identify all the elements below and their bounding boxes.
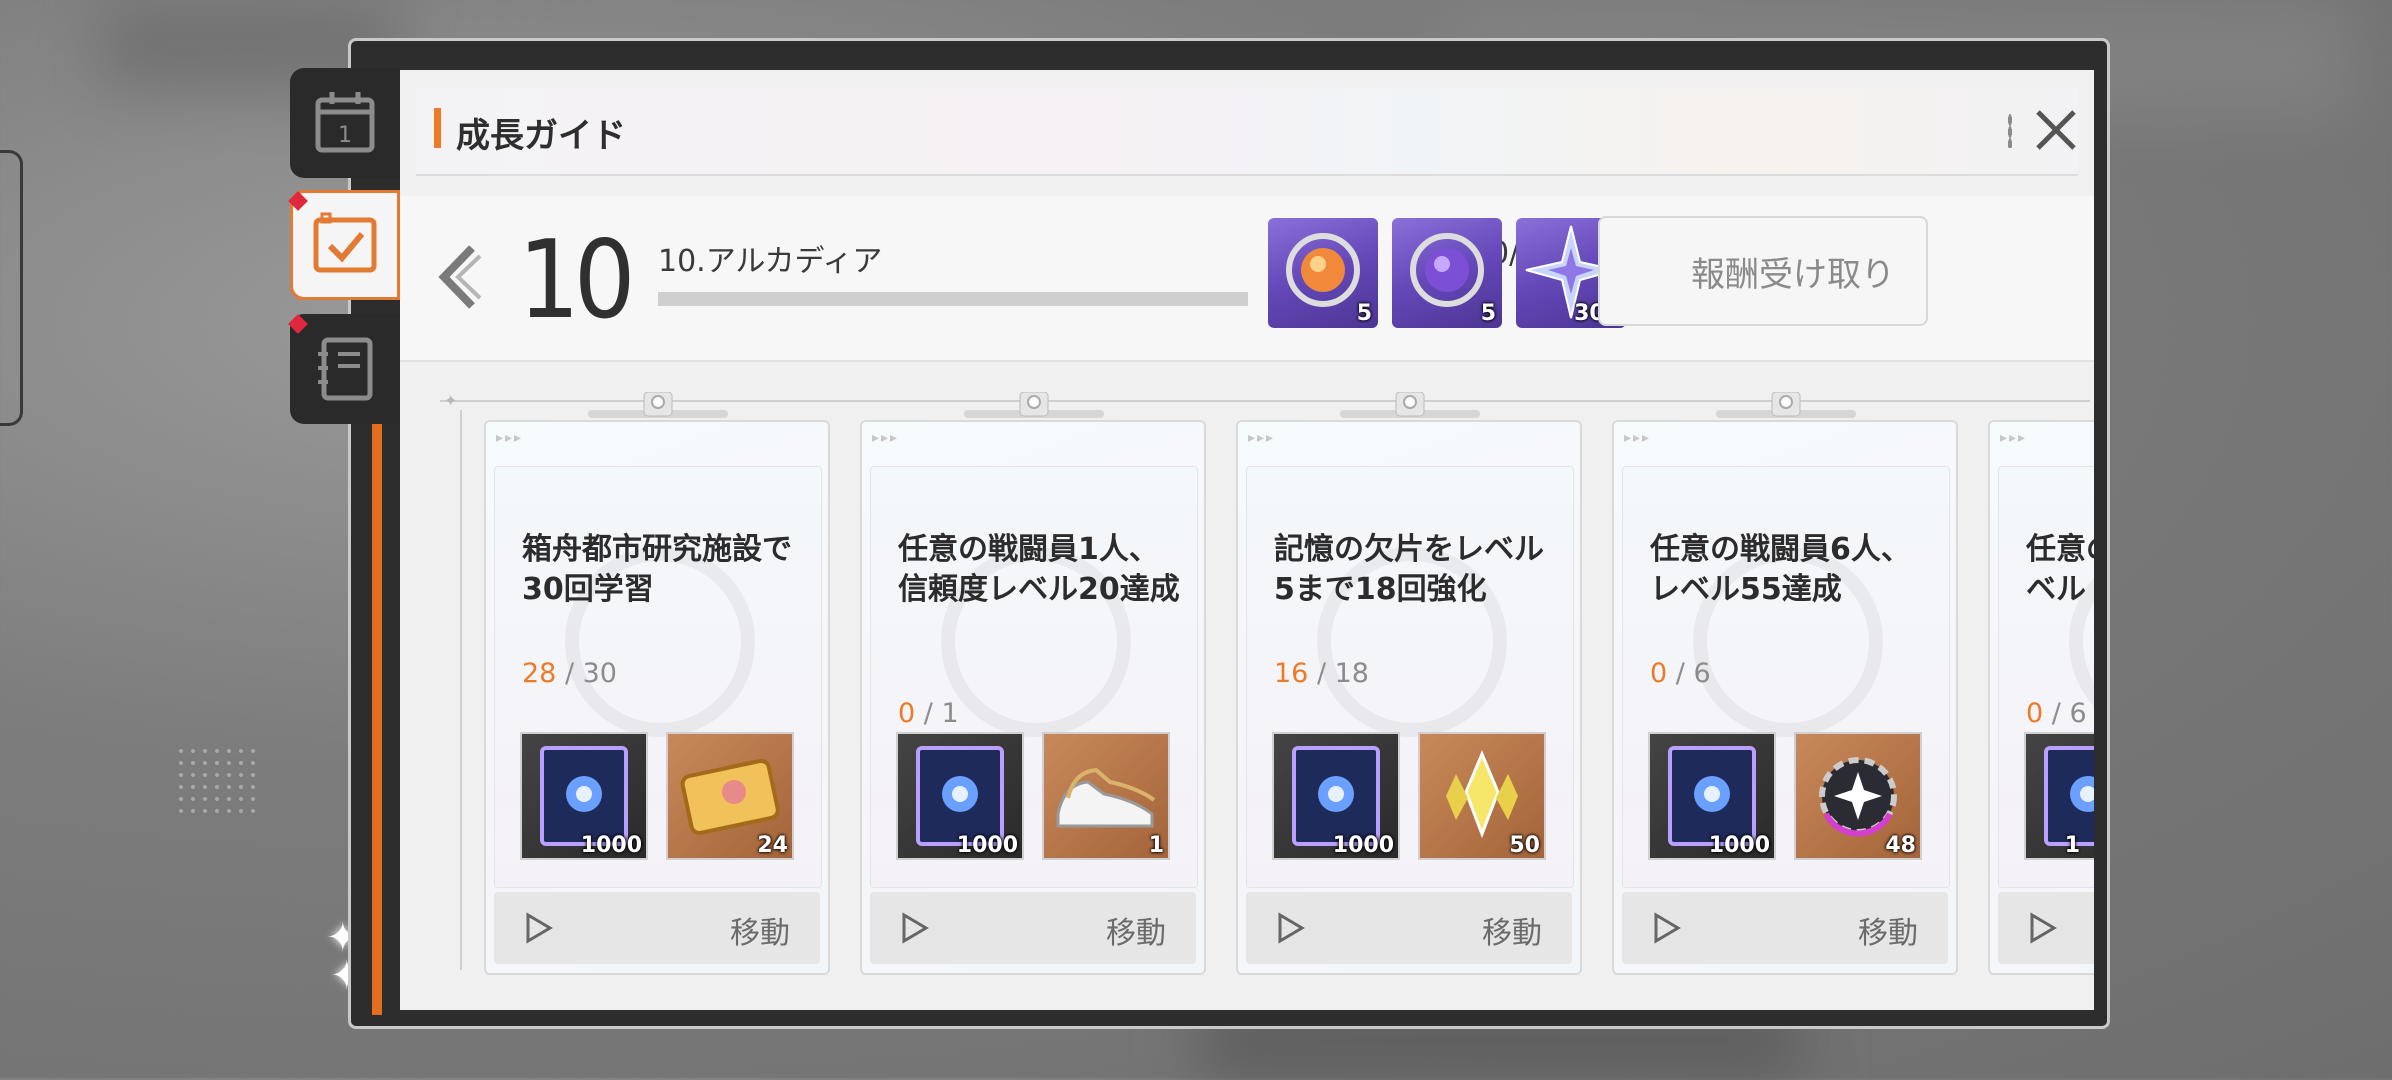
reward-item[interactable]: 1000 — [1272, 732, 1400, 860]
stage-reward-item[interactable]: 5 — [1268, 218, 1378, 328]
task-progress: 28 / 30 — [522, 658, 617, 689]
task-progress-total: 6 — [2069, 698, 2087, 729]
card-clip-icon — [1340, 392, 1480, 418]
reward-count: 1000 — [580, 833, 642, 858]
stage-progress-bar — [658, 292, 1248, 306]
card-clip-icon — [588, 392, 728, 418]
card-clip-icon — [1716, 392, 1856, 418]
task-card: ▸▸▸ 記憶の欠片をレベル5まで18回強化 16 / 18 1000 50 移動 — [1236, 420, 1582, 975]
go-button[interactable]: 移動 — [1622, 892, 1948, 964]
go-button[interactable]: 移動 — [1998, 892, 2094, 964]
play-icon — [526, 912, 553, 944]
task-progress-total: 30 — [582, 658, 617, 689]
card-clip-icon — [964, 392, 1104, 418]
go-button-label: 移動 — [1106, 916, 1166, 951]
checklist-icon — [313, 212, 377, 273]
book-icon — [2044, 746, 2094, 846]
reward-count: 1 — [2064, 833, 2080, 858]
tab-notes[interactable] — [290, 314, 400, 424]
card-deco: ▸▸▸ — [2000, 430, 2028, 446]
header-accent-bar — [434, 108, 441, 148]
page-title: 成長ガイド — [456, 116, 626, 156]
reward-item[interactable]: 48 — [1794, 732, 1922, 860]
reward-count: 50 — [1509, 833, 1540, 858]
svg-text:1: 1 — [338, 123, 352, 148]
reward-count: 5 — [1356, 301, 1372, 326]
card-deco: ▸▸▸ — [1248, 430, 1276, 446]
panel-header: 成長ガイド — [416, 88, 2078, 176]
task-progress: 0 / 1 — [898, 698, 959, 729]
reward-count: 48 — [1885, 833, 1916, 858]
tab-growth-guide[interactable] — [290, 190, 400, 300]
edge-tab — [0, 150, 23, 426]
growth-guide-panel: 成長ガイド 10 10.アルカディア 0/6 5 5 報酬受け取り ✦ ▸▸▸ … — [400, 70, 2094, 1010]
task-progress-current: 0 — [898, 698, 916, 729]
play-icon — [1654, 912, 1681, 944]
card-deco: ▸▸▸ — [496, 430, 524, 446]
tab-calendar[interactable]: 1 — [290, 68, 400, 178]
reward-item[interactable]: 1 — [1042, 732, 1170, 860]
reward-count: 1000 — [1332, 833, 1394, 858]
claim-reward-button[interactable]: 報酬受け取り — [1598, 216, 1928, 326]
task-progress: 16 / 18 — [1274, 658, 1369, 689]
go-button[interactable]: 移動 — [494, 892, 820, 964]
calendar-icon: 1 — [315, 92, 375, 153]
task-progress: 0 / 6 — [2026, 698, 2087, 729]
reward-count: 24 — [757, 833, 788, 858]
reward-item[interactable]: 1000 — [1648, 732, 1776, 860]
task-progress: 0 / 6 — [1650, 658, 1711, 689]
card-deco: ▸▸▸ — [1624, 430, 1652, 446]
task-card: ▸▸▸ 任意の戦闘員6人、レベル55達成 0 / 6 1000 48 移動 — [1612, 420, 1958, 975]
reward-item[interactable]: 1 — [2024, 732, 2094, 860]
close-icon[interactable] — [2026, 100, 2086, 160]
task-progress-current: 0 — [2026, 698, 2044, 729]
task-progress-total: 6 — [1693, 658, 1711, 689]
play-icon — [2030, 912, 2057, 944]
reward-count: 1000 — [1708, 833, 1770, 858]
card-deco: ▸▸▸ — [872, 430, 900, 446]
task-title: 記憶の欠片をレベル5まで18回強化 — [1274, 532, 1544, 607]
go-button-label: 移動 — [1482, 916, 1542, 951]
reward-item[interactable]: 24 — [666, 732, 794, 860]
task-progress-current: 16 — [1274, 658, 1309, 689]
stage-reward-item[interactable]: 5 — [1392, 218, 1502, 328]
go-button[interactable]: 移動 — [1246, 892, 1572, 964]
decorative-dots — [175, 745, 255, 815]
task-card: ▸▸▸ 任意の戦闘員1人、信頼度レベル20達成 0 / 1 1000 1 移動 — [860, 420, 1206, 975]
stage-progress-row: 10 10.アルカディア 0/6 5 5 報酬受け取り — [400, 196, 2094, 362]
play-icon — [1278, 912, 1305, 944]
card-rail-vertical — [460, 410, 462, 970]
task-progress-current: 0 — [1650, 658, 1668, 689]
accent-strip — [372, 400, 382, 1015]
task-title: 箱舟都市研究施設で30回学習 — [522, 532, 792, 607]
task-card: ▸▸▸ 任意の戦闘員6人、レベル 0 / 6 1 移動 — [1988, 420, 2094, 975]
task-card: ▸▸▸ 箱舟都市研究施設で30回学習 28 / 30 1000 24 移動 — [484, 420, 830, 975]
task-title: 任意の戦闘員6人、レベル — [2026, 532, 2094, 607]
reward-item[interactable]: 1000 — [896, 732, 1024, 860]
task-progress-total: 1 — [941, 698, 959, 729]
task-progress-total: 18 — [1334, 658, 1369, 689]
reward-count: 1000 — [956, 833, 1018, 858]
reward-count: 1 — [1148, 833, 1164, 858]
stage-level-number: 10 — [518, 218, 636, 343]
reward-count: 5 — [1480, 301, 1496, 326]
reward-item[interactable]: 50 — [1418, 732, 1546, 860]
task-progress-current: 28 — [522, 658, 557, 689]
play-icon — [902, 912, 929, 944]
task-title: 任意の戦闘員1人、信頼度レベル20達成 — [898, 532, 1180, 607]
go-button-label: 移動 — [730, 916, 790, 951]
task-title: 任意の戦闘員6人、レベル55達成 — [1650, 532, 1911, 607]
go-button-label: 移動 — [1858, 916, 1918, 951]
reward-item[interactable]: 1000 — [520, 732, 648, 860]
go-button[interactable]: 移動 — [870, 892, 1196, 964]
chevron-left-icon[interactable] — [432, 242, 482, 312]
stage-name: 10.アルカディア — [658, 244, 883, 279]
more-dots-icon — [2008, 114, 2012, 148]
rail-star-icon: ✦ — [444, 391, 458, 410]
notebook-icon — [318, 337, 373, 401]
